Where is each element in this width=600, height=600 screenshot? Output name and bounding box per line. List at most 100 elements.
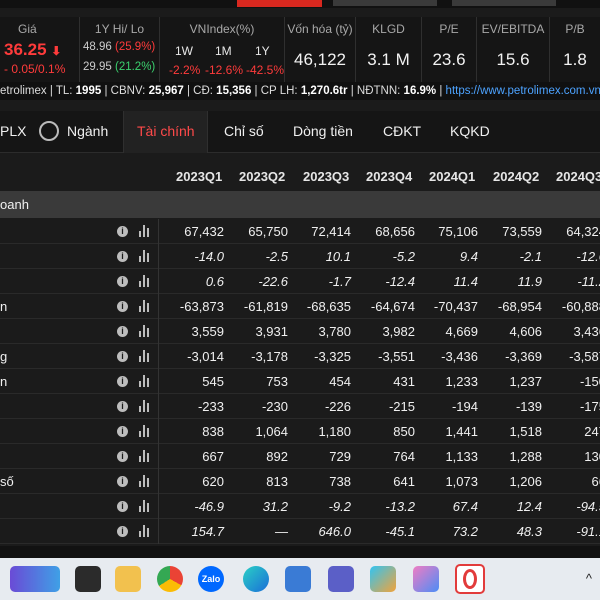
period-1m[interactable]: 1M: [215, 44, 232, 58]
table-cell: -139: [515, 399, 542, 414]
table-cell: 73,559: [502, 224, 542, 239]
teams-icon[interactable]: [328, 566, 354, 592]
copilot-icon[interactable]: [413, 566, 439, 592]
bar-chart-icon[interactable]: [139, 250, 151, 262]
file-explorer-icon[interactable]: [115, 566, 141, 592]
lo-value: 29.95 (21.2%): [83, 61, 156, 73]
period-1y-value: -42.5%: [246, 63, 285, 77]
row-label: n: [0, 299, 8, 314]
info-icon[interactable]: i: [117, 451, 128, 462]
bar-chart-icon[interactable]: [139, 275, 151, 287]
price-change: - 0.05/0.1%: [4, 62, 66, 76]
bar-chart-icon[interactable]: [139, 350, 151, 362]
bar-chart-icon[interactable]: [139, 375, 151, 387]
table-cell: 9.4: [459, 249, 478, 264]
tab-nganh[interactable]: Ngành: [67, 123, 108, 139]
website-link[interactable]: https://www.petrolimex.com.vn: [446, 85, 600, 97]
table-cell: 11.4: [453, 274, 478, 289]
period-1y[interactable]: 1Y: [255, 44, 270, 58]
table-cell: -2.5: [265, 249, 288, 264]
table-cell: -61,819: [243, 299, 288, 314]
table-cell: 1,073: [445, 474, 478, 489]
info-icon[interactable]: i: [117, 426, 128, 437]
bar-chart-icon[interactable]: [139, 450, 151, 462]
row-label: n: [0, 374, 8, 389]
store-icon[interactable]: [285, 566, 311, 592]
widget-icon[interactable]: [10, 566, 60, 592]
table-row: g i -3,014 -3,178 -3,325 -3,551 -3,436 -3,369 -3…: [0, 344, 600, 369]
table-cell: -68,954: [497, 299, 542, 314]
top-window-strip: [0, 0, 600, 8]
table-cell: -12.4: [385, 274, 415, 289]
info-icon[interactable]: i: [117, 526, 128, 537]
column-separator: [158, 519, 159, 544]
bar-chart-icon[interactable]: [139, 425, 151, 437]
chrome-icon[interactable]: [157, 566, 183, 592]
top-gray-button-1[interactable]: [333, 0, 437, 6]
tab-cdkt[interactable]: CĐKT: [383, 123, 421, 139]
opera-icon[interactable]: [455, 564, 485, 594]
column-separator: [158, 419, 159, 444]
table-cell: -94.5: [576, 499, 600, 514]
table-cell: -2.1: [519, 249, 542, 264]
top-red-button[interactable]: [237, 0, 322, 7]
tab-ticker[interactable]: PLX: [0, 123, 26, 139]
table-cell: -5.2: [392, 249, 415, 264]
bar-chart-icon[interactable]: [139, 500, 151, 512]
price-value: 36.25 ⬇: [4, 40, 62, 59]
info-icon[interactable]: i: [117, 251, 128, 262]
tab-tai-chinh[interactable]: Tài chính: [137, 123, 195, 139]
bar-chart-icon[interactable]: [139, 400, 151, 412]
info-icon[interactable]: i: [117, 351, 128, 362]
info-icon[interactable]: i: [117, 276, 128, 287]
top-gray-button-2[interactable]: [452, 0, 556, 6]
info-icon[interactable]: i: [117, 401, 128, 412]
tab-chi-so[interactable]: Chỉ số: [224, 123, 264, 139]
info-icon[interactable]: i: [117, 301, 128, 312]
photos-icon[interactable]: [370, 566, 396, 592]
bar-chart-icon[interactable]: [139, 225, 151, 237]
table-cell: 3,931: [255, 324, 288, 339]
table-cell: -3,369: [505, 349, 542, 364]
table-cell: 1,233: [445, 374, 478, 389]
tab-kqkd[interactable]: KQKD: [450, 123, 490, 139]
tray-chevron-icon[interactable]: ^: [586, 571, 592, 586]
nganh-radio-button[interactable]: [39, 121, 59, 141]
table-row: n i 545 753 454 431 1,233 1,237 -150: [0, 369, 600, 394]
table-column-header: 2023Q1 2023Q2 2023Q3 2023Q4 2024Q1 2024Q…: [0, 160, 600, 190]
table-row: i -46.9 31.2 -9.2 -13.2 67.4 12.4 -94.5: [0, 494, 600, 519]
info-icon[interactable]: i: [117, 226, 128, 237]
table-cell: 646.0: [318, 524, 351, 539]
info-icon[interactable]: i: [117, 376, 128, 387]
period-1w[interactable]: 1W: [175, 44, 193, 58]
tab-dong-tien[interactable]: Dòng tiền: [293, 123, 353, 139]
vonhoa-label: Vốn hóa (tỷ): [287, 22, 353, 36]
windows-taskbar: Zalo ^: [0, 558, 600, 600]
down-arrow-icon: ⬇: [51, 44, 62, 58]
row-label: số: [0, 474, 14, 489]
table-cell: 1,288: [509, 449, 542, 464]
info-icon[interactable]: i: [117, 326, 128, 337]
klgd-cell: KLGD 3.1 M: [356, 17, 422, 82]
bar-chart-icon[interactable]: [139, 525, 151, 537]
bar-chart-icon[interactable]: [139, 325, 151, 337]
column-separator: [158, 294, 159, 319]
table-cell: 838: [202, 424, 224, 439]
cd-value: 15,356: [216, 85, 252, 97]
table-cell: 454: [329, 374, 351, 389]
info-icon[interactable]: i: [117, 501, 128, 512]
period-1m-value: -12.6%: [205, 63, 244, 77]
task-view-icon[interactable]: [75, 566, 101, 592]
zalo-icon[interactable]: Zalo: [198, 566, 224, 592]
table-cell: 1,180: [318, 424, 351, 439]
bar-chart-icon[interactable]: [139, 475, 151, 487]
table-cell: -215: [388, 399, 415, 414]
table-cell: -70,437: [433, 299, 478, 314]
ndtnn-value: 16.9%: [403, 85, 437, 97]
pb-cell: P/B 1.8: [550, 17, 600, 82]
info-icon[interactable]: i: [117, 476, 128, 487]
bar-chart-icon[interactable]: [139, 300, 151, 312]
edge-icon[interactable]: [243, 566, 269, 592]
col-2023q4: 2023Q4: [366, 169, 413, 184]
table-cell: -9.2: [328, 499, 351, 514]
